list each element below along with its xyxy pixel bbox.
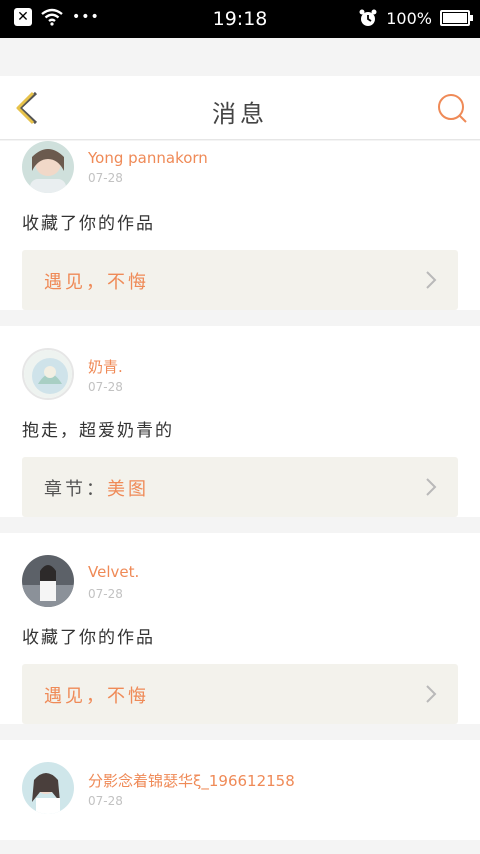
username[interactable]: 奶青.: [88, 356, 123, 377]
top-spacer: [0, 38, 480, 76]
avatar[interactable]: [22, 762, 74, 814]
search-icon[interactable]: [436, 92, 468, 124]
message-list: Yong pannakorn 07-28 收藏了你的作品 遇见，不悔 奶青. 0…: [0, 141, 480, 840]
quoted-work[interactable]: 章节：美图: [22, 457, 458, 517]
message-time: 07-28: [88, 380, 123, 394]
chevron-right-icon: [426, 685, 437, 703]
alarm-icon: [359, 9, 377, 26]
battery-icon: [440, 10, 473, 26]
quoted-work-title: 遇见，不悔: [44, 686, 149, 707]
message-action: 收藏了你的作品: [22, 628, 155, 648]
message-time: 07-28: [88, 171, 123, 185]
nav-bar: 消息: [0, 76, 480, 140]
message-card: 分影念着锦瑟华ξ_196612158 07-28: [0, 740, 480, 840]
username[interactable]: 分影念着锦瑟华ξ_196612158: [88, 770, 295, 791]
message-card: 奶青. 07-28 抱走，超爱奶青的 章节：美图: [0, 326, 480, 517]
message-card: Velvet. 07-28 收藏了你的作品 遇见，不悔: [0, 533, 480, 724]
battery-percent: 100%: [386, 8, 432, 28]
quoted-work-title: 遇见，不悔: [44, 272, 149, 293]
page-title: 消息: [212, 100, 268, 128]
chevron-right-icon: [426, 271, 437, 289]
avatar[interactable]: [22, 141, 74, 193]
message-card: Yong pannakorn 07-28 收藏了你的作品 遇见，不悔: [0, 141, 480, 310]
status-right: 100%: [358, 8, 473, 28]
avatar[interactable]: [22, 348, 74, 400]
message-action: 收藏了你的作品: [22, 214, 155, 234]
message-time: 07-28: [88, 587, 123, 601]
username[interactable]: Velvet.: [88, 563, 139, 581]
quoted-work-title: 章节：美图: [44, 479, 149, 500]
status-bar: ✕ ••• 19:18 100%: [0, 0, 480, 38]
chevron-right-icon: [426, 478, 437, 496]
quoted-work[interactable]: 遇见，不悔: [22, 664, 458, 724]
message-action: 抱走，超爱奶青的: [22, 421, 174, 441]
username[interactable]: Yong pannakorn: [88, 149, 208, 167]
message-time: 07-28: [88, 794, 123, 808]
quoted-work[interactable]: 遇见，不悔: [22, 250, 458, 310]
avatar[interactable]: [22, 555, 74, 607]
